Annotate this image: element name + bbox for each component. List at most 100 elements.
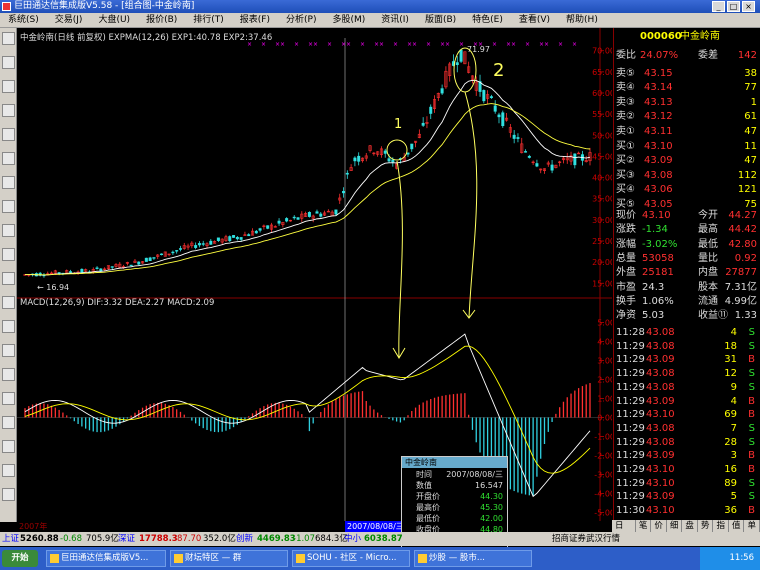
app-icon <box>2 2 11 11</box>
popup-row: 时间 2007/08/08/三 <box>402 470 507 480</box>
sign-icon[interactable] <box>2 440 15 453</box>
stat-label: 收益⑪ <box>698 310 728 322</box>
stat-label: 今开 <box>698 210 718 221</box>
tick-vol: 4 <box>730 327 737 338</box>
table-icon[interactable] <box>2 128 15 141</box>
signal-marker: × <box>327 41 332 48</box>
buy-price: 43.08 <box>644 169 673 181</box>
tick-vol: 16 <box>724 464 737 475</box>
menu-item-10[interactable]: 特色(E) <box>464 13 511 27</box>
menu-item-1[interactable]: 交易(J) <box>47 13 91 27</box>
tick-time: 11:29 <box>616 368 645 380</box>
tick-row: 11:29 43.08 18 S <box>616 340 759 354</box>
grid-icon[interactable] <box>2 200 15 213</box>
del-icon[interactable] <box>2 464 15 477</box>
maximize-button[interactable]: □ <box>727 1 740 12</box>
popup-value: 42.00 <box>480 514 503 523</box>
stat-value: 7.31亿 <box>724 281 757 293</box>
tick-time: 11:29 <box>616 381 645 393</box>
stat-label: 流通 <box>698 295 718 307</box>
arrow-icon[interactable] <box>2 344 15 357</box>
popup-label: 开盘价 <box>416 492 440 501</box>
tick-price: 43.08 <box>646 381 675 393</box>
chart-icon[interactable] <box>2 32 15 45</box>
tab-6[interactable]: 指 <box>713 520 729 532</box>
sell-price: 43.13 <box>644 96 673 108</box>
stat-label: 涨跌 <box>616 224 636 236</box>
kline-chart[interactable]: 70.00 65.00 60.00 55.00 50.00 45.00 40.00 35.00… <box>17 28 615 522</box>
tick-time: 11:29 <box>616 340 645 352</box>
macd-title: MACD(12,26,9) DIF:3.32 DEA:2.27 MACD:2.0… <box>20 298 215 308</box>
doc-icon[interactable] <box>2 176 15 189</box>
minimize-button[interactable]: _ <box>712 1 725 12</box>
menu-item-7[interactable]: 多股(M) <box>324 13 373 27</box>
menu-item-6[interactable]: 分析(P) <box>278 13 324 27</box>
text-icon[interactable] <box>2 368 15 381</box>
menu-item-11[interactable]: 查看(V) <box>511 13 558 27</box>
stat-label: 净资 <box>616 310 636 322</box>
chart-area[interactable]: 70.00 65.00 60.00 55.00 50.00 45.00 40.00 35.00… <box>17 28 615 522</box>
stat-row: 市盈 24.3 股本 7.31亿 <box>614 281 759 295</box>
task-sohu[interactable]: SOHU - 社区 - Micro... <box>292 550 410 567</box>
popup-row: 最高价 45.30 <box>402 503 507 513</box>
menu-item-12[interactable]: 帮助(H) <box>558 13 606 27</box>
menu-item-5[interactable]: 报表(F) <box>232 13 278 27</box>
stat-value: 5.03 <box>642 310 665 322</box>
sell-label: 卖③ <box>616 96 635 108</box>
circle-icon[interactable] <box>2 416 15 429</box>
rect-icon[interactable] <box>2 392 15 405</box>
pen-icon[interactable] <box>2 296 15 309</box>
trend-icon[interactable] <box>2 80 15 93</box>
index-bar: 上证 5260.88 -0.68 705.9亿 深证 17788.3 87.70… <box>0 532 760 546</box>
tab-2[interactable]: 价 <box>651 520 667 532</box>
kline-icon[interactable] <box>2 56 15 69</box>
close-button[interactable]: × <box>742 1 755 12</box>
tick-side: B <box>748 354 755 366</box>
tab-8[interactable]: 单 <box>744 520 760 532</box>
menu-item-4[interactable]: 排行(T) <box>185 13 232 27</box>
bar-icon[interactable] <box>2 104 15 117</box>
cy-amount: 684.3亿 <box>315 534 348 544</box>
tab-0[interactable]: 日线 <box>612 520 636 543</box>
pin-icon[interactable] <box>2 488 15 501</box>
tab-5[interactable]: 势 <box>698 520 714 532</box>
line-icon[interactable] <box>2 320 15 333</box>
task-forum[interactable]: 财坛特区 — 群 <box>170 550 288 567</box>
menu-item-3[interactable]: 报价(B) <box>138 13 185 27</box>
stat-value: 44.27 <box>728 210 757 221</box>
tick-price: 43.10 <box>646 409 675 421</box>
window-title-bar[interactable]: 巨田通达信集成版V5.58 - [组合图-中金岭南] _ □ × <box>0 0 760 13</box>
tick-price: 43.08 <box>646 327 675 338</box>
down-icon[interactable] <box>2 272 15 285</box>
task-tongdaxin[interactable]: 巨田通达信集成版V5... <box>46 550 166 567</box>
tab-4[interactable]: 盘 <box>682 520 698 532</box>
task-stock[interactable]: 炒股 — 股市... <box>414 550 532 567</box>
menu-item-9[interactable]: 版面(B) <box>417 13 464 27</box>
buy-vol: 112 <box>737 169 757 181</box>
up-icon[interactable] <box>2 248 15 261</box>
tick-price: 43.09 <box>646 450 675 462</box>
popup-label: 时间 <box>416 470 432 479</box>
start-button[interactable]: 开始 <box>2 550 38 567</box>
signal-marker: × <box>280 41 285 48</box>
annotation-2: 2 <box>493 60 504 81</box>
menu-item-2[interactable]: 大盘(U) <box>90 13 138 27</box>
buy-price: 43.06 <box>644 184 673 196</box>
news-ticker[interactable]: 招商证券武汉行情 <box>552 532 620 546</box>
sell-row: 卖③ 43.13 1 <box>616 96 759 110</box>
news-icon[interactable] <box>2 152 15 165</box>
main-chart-title: 中金岭南(日线 前复权) EXPMA(12,26) EXP1:40.78 EXP… <box>20 33 273 43</box>
sell-price: 43.15 <box>644 68 673 79</box>
sell-row: 卖④ 43.14 77 <box>616 81 759 95</box>
tab-1[interactable]: 笔 <box>636 520 652 532</box>
tick-time: 11:29 <box>616 409 645 421</box>
stat-label: 市盈 <box>616 281 636 293</box>
stock-code: 000060 <box>640 31 682 42</box>
menu-item-0[interactable]: 系统(S) <box>0 13 47 27</box>
tick-side: S <box>748 491 755 503</box>
tab-7[interactable]: 值 <box>729 520 745 532</box>
window-title: 巨田通达信集成版V5.58 - [组合图-中金岭南] <box>14 1 195 11</box>
tab-3[interactable]: 细 <box>667 520 683 532</box>
menu-item-8[interactable]: 资讯(I) <box>373 13 417 27</box>
ruler-icon[interactable] <box>2 224 15 237</box>
